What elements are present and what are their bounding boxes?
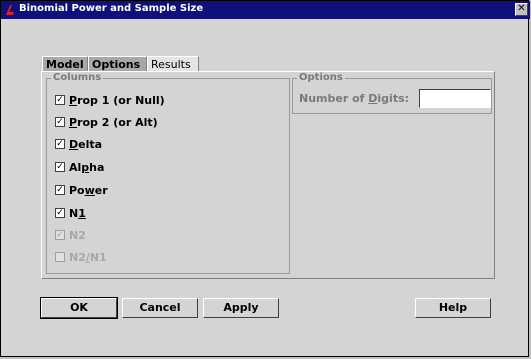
options-group: Options Number of Digits: [292,72,492,114]
tab-model[interactable]: Model [42,56,88,71]
checkbox-icon[interactable]: ✓ [55,230,65,240]
checkbox-delta[interactable]: ✓ Delta [55,137,102,151]
checkbox-icon[interactable]: ✓ [55,185,65,195]
app-icon [6,5,14,15]
cancel-button[interactable]: Cancel [122,298,198,318]
columns-group: Columns ✓ Prop 1 (or Null) ✓ Prop 2 (or … [46,72,290,274]
dialog-window: Binomial Power and Sample Size ✕ Model O… [0,0,530,357]
tab-results[interactable]: Results [147,56,199,72]
checkbox-prop2[interactable]: ✓ Prop 2 (or Alt) [55,115,158,129]
checkbox-label: Power [69,183,108,197]
checkbox-power[interactable]: ✓ Power [55,183,108,197]
columns-group-legend: Columns [51,72,104,83]
checkbox-icon[interactable]: ✓ [55,117,65,127]
checkbox-n2[interactable]: ✓ N2 [55,228,86,242]
checkbox-n1[interactable]: ✓ N1 [55,206,86,220]
checkbox-label: Prop 1 (or Null) [69,93,165,107]
checkbox-alpha[interactable]: ✓ Alpha [55,160,104,174]
checkbox-icon[interactable]: ✓ [55,208,65,218]
checkbox-icon[interactable]: ✓ [55,162,65,172]
digits-input[interactable] [419,89,491,108]
checkbox-label: N2 [69,228,86,242]
close-icon[interactable]: ✕ [515,3,528,16]
tab-options[interactable]: Options [88,56,147,71]
window-title: Binomial Power and Sample Size [19,3,204,14]
checkbox-icon[interactable]: ✓ [55,139,65,149]
digits-label: Number of Digits: [299,92,410,105]
checkbox-label: N1 [69,206,86,220]
tab-panel-results: Columns ✓ Prop 1 (or Null) ✓ Prop 2 (or … [41,71,495,279]
ok-button[interactable]: OK [40,297,118,319]
checkbox-n2-n1[interactable]: N2/N1 [55,250,107,264]
checkbox-icon[interactable]: ✓ [55,95,65,105]
options-group-legend: Options [297,72,345,83]
checkbox-icon[interactable] [55,252,65,262]
checkbox-prop1[interactable]: ✓ Prop 1 (or Null) [55,93,165,107]
help-button[interactable]: Help [415,298,491,318]
checkbox-label: Prop 2 (or Alt) [69,115,158,129]
apply-button[interactable]: Apply [203,298,279,318]
title-bar[interactable]: Binomial Power and Sample Size ✕ [1,1,530,19]
checkbox-label: N2/N1 [69,250,107,264]
checkbox-label: Delta [69,137,103,151]
checkbox-label: Alpha [69,160,105,174]
